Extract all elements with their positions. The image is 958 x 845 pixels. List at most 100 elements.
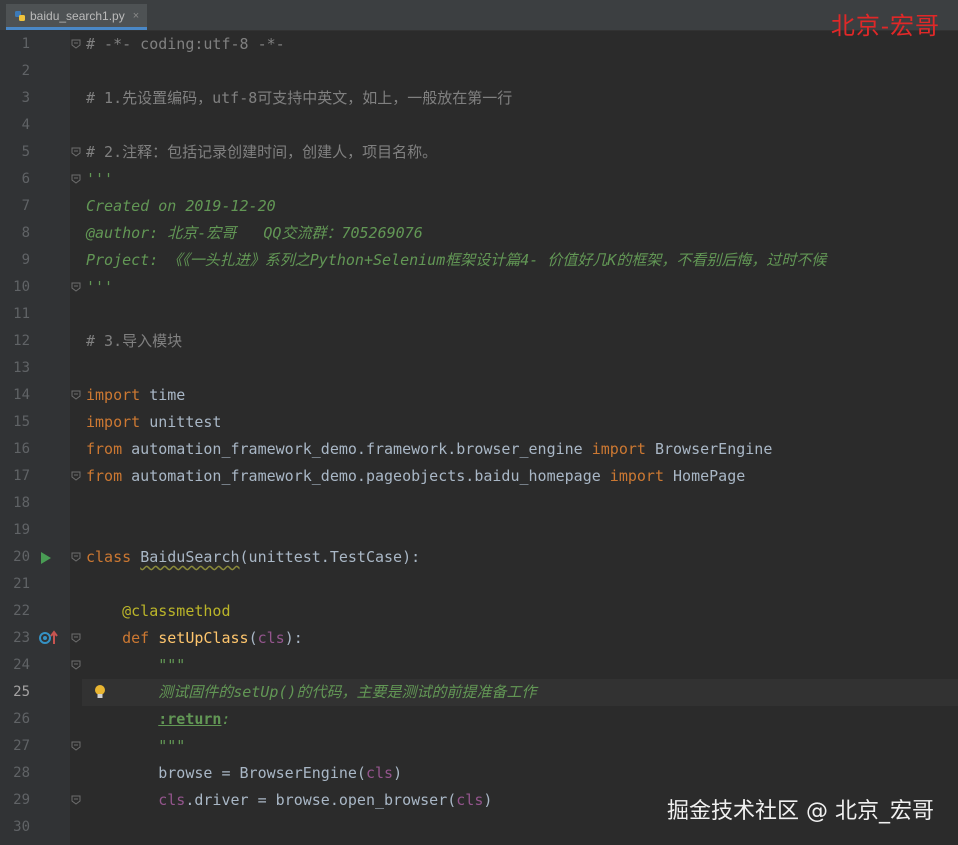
code-token: )	[483, 791, 493, 809]
code-token: Project: 《《一头扎进》系列之Python+Selenium框架设计篇4…	[86, 251, 827, 269]
line-number: 16	[13, 441, 30, 457]
code-line: class BaiduSearch(unittest.TestCase):	[82, 544, 420, 571]
line-number: 5	[21, 144, 30, 160]
code-token: cls	[257, 629, 285, 647]
code-token: :return	[158, 710, 222, 728]
line-number: 4	[21, 117, 30, 133]
line-number: 23	[13, 630, 30, 646]
fold-toggle-icon[interactable]	[70, 551, 82, 563]
line-number: 19	[13, 522, 30, 538]
code-line: '''	[82, 166, 113, 193]
code-line: from automation_framework_demo.pageobjec…	[82, 463, 745, 490]
fold-toggle-icon[interactable]	[70, 146, 82, 158]
fold-toggle-icon[interactable]	[70, 470, 82, 482]
line-number: 28	[13, 765, 30, 781]
code-token: import	[591, 440, 655, 458]
intention-bulb-icon[interactable]	[94, 684, 106, 704]
override-method-icon[interactable]	[38, 630, 60, 650]
code-token: @classmethod	[122, 602, 231, 620]
line-number: 2	[21, 63, 30, 79]
code-token: HomePage	[673, 467, 746, 485]
python-file-icon	[14, 10, 26, 22]
line-number: 3	[21, 90, 30, 106]
code-token: '''	[86, 170, 114, 188]
fold-toggle-icon[interactable]	[70, 173, 82, 185]
code-editor[interactable]: # -*- coding:utf-8 -*- # 1.先设置编码，utf-8可支持…	[82, 30, 958, 845]
code-token: BrowserEngine	[654, 440, 773, 458]
code-line: Created on 2019-12-20	[82, 193, 276, 220]
code-line: cls.driver = browse.open_browser(cls)	[82, 787, 492, 814]
code-token: import	[609, 467, 674, 485]
code-line: @author: 北京-宏哥 QQ交流群：705269076	[82, 220, 423, 247]
code-token: cls	[158, 791, 186, 809]
code-line: # 2.注释：包括记录创建时间，创建人，项目名称。	[82, 139, 437, 166]
code-line: import unittest	[82, 409, 221, 436]
code-token: def	[122, 629, 159, 647]
code-token: cls	[456, 791, 484, 809]
code-token: .driver = browse.open_browser(	[185, 791, 457, 809]
line-number: 26	[13, 711, 30, 727]
line-number: 12	[13, 333, 30, 349]
code-line: """	[82, 733, 185, 760]
code-token: (unittest.TestCase):	[239, 548, 421, 566]
code-token: unittest	[149, 413, 222, 431]
code-token: import	[86, 413, 150, 431]
line-number: 7	[21, 198, 30, 214]
fold-toggle-icon[interactable]	[70, 659, 82, 671]
line-number: 29	[13, 792, 30, 808]
fold-toggle-icon[interactable]	[70, 740, 82, 752]
code-line: # -*- coding:utf-8 -*-	[82, 31, 285, 58]
line-number: 30	[13, 819, 30, 835]
code-line: browse = BrowserEngine(cls)	[82, 760, 402, 787]
code-line: @classmethod	[82, 598, 231, 625]
line-number: 15	[13, 414, 30, 430]
code-token: """	[158, 656, 186, 674]
line-number: 13	[13, 360, 30, 376]
code-token: 测试固件的setUp()的代码，主要是测试的前提准备工作	[158, 683, 537, 701]
code-token: (	[248, 629, 258, 647]
code-token: browse = BrowserEngine(	[86, 764, 366, 782]
code-line: def setUpClass(cls):	[82, 625, 303, 652]
code-token: cls	[365, 764, 394, 782]
line-number: 14	[13, 387, 30, 403]
close-tab-icon[interactable]: ×	[133, 10, 139, 22]
line-number: 27	[13, 738, 30, 754]
fold-toggle-icon[interactable]	[70, 389, 82, 401]
fold-toggle-icon[interactable]	[70, 38, 82, 50]
code-token: Created on 2019-12-20	[86, 197, 276, 215]
code-token: automation_framework_demo.framework.brow…	[131, 440, 592, 458]
code-token: # -*- coding:utf-8 -*-	[86, 35, 285, 53]
line-number: 24	[13, 657, 30, 673]
code-line: 测试固件的setUp()的代码，主要是测试的前提准备工作	[82, 679, 958, 706]
code-line: Project: 《《一头扎进》系列之Python+Selenium框架设计篇4…	[82, 247, 826, 274]
code-token: time	[149, 386, 186, 404]
code-line: """	[82, 652, 185, 679]
code-token: """	[158, 737, 186, 755]
fold-toggle-icon[interactable]	[70, 632, 82, 644]
fold-toggle-icon[interactable]	[70, 281, 82, 293]
line-number: 25	[13, 684, 30, 700]
code-token: BaiduSearch	[140, 548, 240, 566]
code-line: # 1.先设置编码，utf-8可支持中英文，如上，一般放在第一行	[82, 85, 512, 112]
editor-tab[interactable]: baidu_search1.py ×	[6, 4, 148, 30]
code-token: class	[86, 548, 141, 566]
code-token: automation_framework_demo.pageobjects.ba…	[131, 467, 610, 485]
code-line: # 3.导入模块	[82, 328, 182, 355]
code-line: :return:	[82, 706, 230, 733]
fold-toggle-icon[interactable]	[70, 794, 82, 806]
code-token: @author: 北京-宏哥 QQ交流群：705269076	[86, 224, 423, 242]
run-test-icon[interactable]	[40, 550, 52, 569]
line-number: 22	[13, 603, 30, 619]
code-token: )	[393, 764, 403, 782]
line-number: 18	[13, 495, 30, 511]
line-number: 21	[13, 576, 30, 592]
